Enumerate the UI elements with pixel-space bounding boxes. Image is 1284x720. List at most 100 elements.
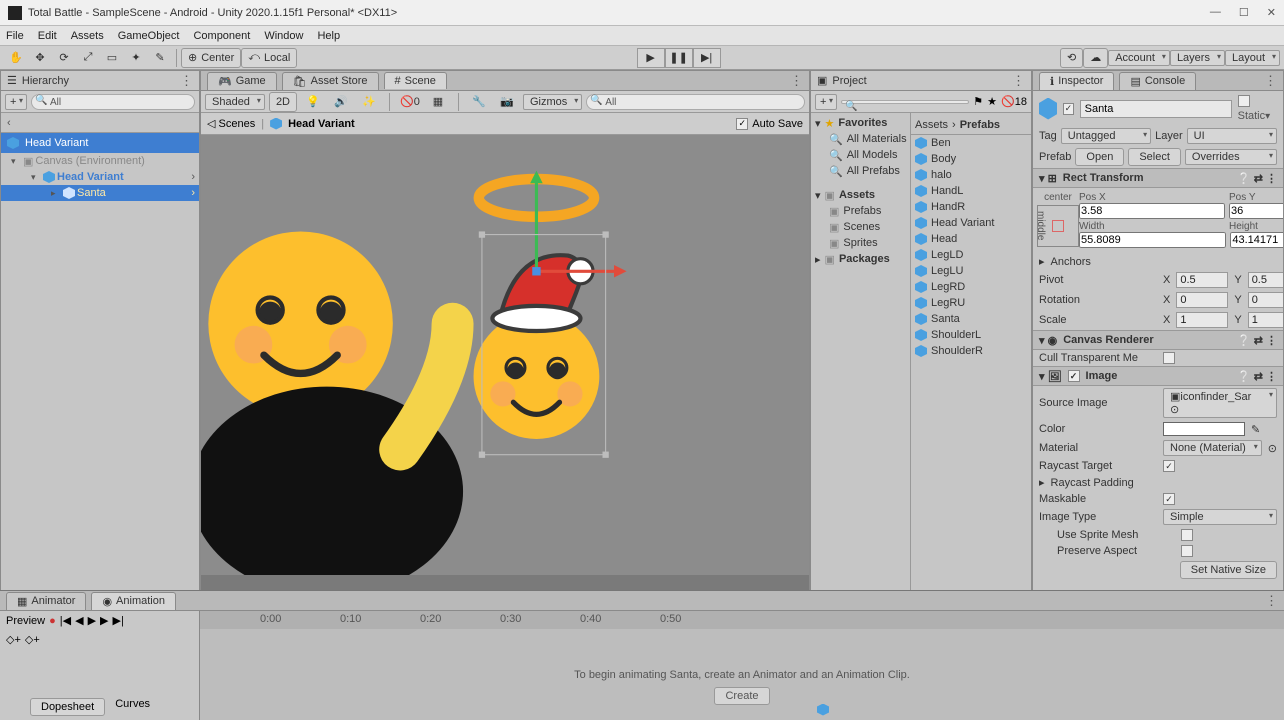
menu-edit[interactable]: Edit xyxy=(38,30,57,42)
fav-all-prefabs[interactable]: 🔍All Prefabs xyxy=(811,163,910,179)
camera-icon[interactable]: 📷 xyxy=(495,92,519,112)
image-type-dropdown[interactable]: Simple xyxy=(1163,509,1277,525)
height-field[interactable] xyxy=(1230,232,1283,248)
favorite-filter-icon[interactable]: ★ xyxy=(987,95,997,108)
menu-gameobject[interactable]: GameObject xyxy=(118,30,180,42)
prefab-head-variant[interactable]: Head Variant xyxy=(911,215,1031,231)
inspector-tab[interactable]: ℹ Inspector xyxy=(1039,72,1114,90)
curves-tab[interactable]: Curves xyxy=(115,698,150,716)
prev-frame-button[interactable]: ◀ xyxy=(75,614,83,627)
play-anim-button[interactable]: ▶ xyxy=(88,614,96,627)
prefab-open-button[interactable]: Open xyxy=(1075,148,1124,166)
menu-component[interactable]: Component xyxy=(193,30,250,42)
panel-options-icon[interactable]: ⋮ xyxy=(180,73,193,89)
image-component-header[interactable]: ▾ 🖼 ✓ Image ❔ ⇄ ⋮ xyxy=(1033,366,1283,386)
console-tab[interactable]: ▤ Console xyxy=(1119,72,1196,90)
minimize-button[interactable]: — xyxy=(1210,6,1221,19)
panel-options-icon[interactable]: ⋮ xyxy=(790,73,803,89)
filter-icon[interactable]: ⚑ xyxy=(973,95,983,108)
back-icon[interactable]: ‹ xyxy=(7,117,11,129)
prefab-legru[interactable]: LegRU xyxy=(911,295,1031,311)
last-frame-button[interactable]: ▶| xyxy=(113,614,124,627)
transform-tool-icon[interactable]: ✦ xyxy=(124,48,148,68)
2d-toggle[interactable]: 2D xyxy=(269,92,297,112)
tag-dropdown[interactable]: Untagged xyxy=(1061,128,1151,144)
hidden-icon[interactable]: 🚫18 xyxy=(1001,95,1027,108)
pivot-x[interactable] xyxy=(1176,272,1228,288)
menu-file[interactable]: File xyxy=(6,30,24,42)
raycast-padding-foldout[interactable]: Raycast Padding xyxy=(1051,477,1169,489)
tools-icon[interactable]: 🔧 xyxy=(467,92,491,112)
gizmos-dropdown[interactable]: Gizmos xyxy=(523,94,582,110)
maskable-checkbox[interactable]: ✓ xyxy=(1163,493,1175,505)
raycast-target-checkbox[interactable]: ✓ xyxy=(1163,460,1175,472)
prefab-halo[interactable]: halo xyxy=(911,167,1031,183)
cull-checkbox[interactable] xyxy=(1163,352,1175,364)
preserve-aspect-checkbox[interactable] xyxy=(1181,545,1193,557)
rect-tool-icon[interactable]: ▭ xyxy=(100,48,124,68)
static-toggle[interactable]: Static▾ xyxy=(1238,95,1277,122)
sprites-folder[interactable]: ▣Sprites xyxy=(811,235,910,251)
prefab-handl[interactable]: HandL xyxy=(911,183,1031,199)
animator-tab[interactable]: ▦ Animator xyxy=(6,592,86,610)
close-button[interactable]: ✕ xyxy=(1267,6,1276,19)
prefab-santa[interactable]: Santa xyxy=(911,311,1031,327)
move-tool-icon[interactable]: ✥ xyxy=(28,48,52,68)
asset-store-tab[interactable]: 🛍 Asset Store xyxy=(282,72,379,90)
panel-options-icon[interactable]: ⋮ xyxy=(1012,73,1025,89)
canvas-renderer-header[interactable]: ▾ ◉ Canvas Renderer ❔ ⇄ ⋮ xyxy=(1033,330,1283,350)
add-event-icon[interactable]: ◇+ xyxy=(25,633,40,646)
rot-x[interactable] xyxy=(1176,292,1228,308)
layers-dropdown[interactable]: Layers xyxy=(1170,50,1225,66)
prefab-head[interactable]: Head xyxy=(911,231,1031,247)
packages-folder[interactable]: ▸▣Packages xyxy=(811,251,910,267)
scale-tool-icon[interactable]: ⤢ xyxy=(76,48,100,68)
breadcrumb-scenes[interactable]: ◁ Scenes xyxy=(207,117,255,130)
prefab-handr[interactable]: HandR xyxy=(911,199,1031,215)
create-dropdown[interactable]: + xyxy=(5,94,27,110)
active-checkbox[interactable]: ✓ xyxy=(1063,103,1073,115)
pivot-rotation-button[interactable]: ⤺ Local xyxy=(241,48,297,68)
scenes-folder[interactable]: ▣Scenes xyxy=(811,219,910,235)
maximize-button[interactable]: ☐ xyxy=(1239,6,1249,19)
prefab-ben[interactable]: Ben xyxy=(911,135,1031,151)
add-keyframe-icon[interactable]: ◇+ xyxy=(6,633,21,646)
prefab-legrd[interactable]: LegRD xyxy=(911,279,1031,295)
rot-y[interactable] xyxy=(1248,292,1283,308)
prefab-header[interactable]: Head Variant xyxy=(1,133,199,153)
prefab-shoulderl[interactable]: ShoulderL xyxy=(911,327,1031,343)
fx-icon[interactable]: ✨ xyxy=(357,92,381,112)
fav-all-materials[interactable]: 🔍All Materials xyxy=(811,131,910,147)
account-dropdown[interactable]: Account xyxy=(1108,50,1170,66)
scale-y[interactable] xyxy=(1248,312,1283,328)
project-breadcrumb[interactable]: Assets › Prefabs xyxy=(911,115,1031,135)
prefab-select-button[interactable]: Select xyxy=(1128,148,1181,166)
create-animation-button[interactable]: Create xyxy=(714,687,769,705)
rotate-tool-icon[interactable]: ⟳ xyxy=(52,48,76,68)
overrides-dropdown[interactable]: Overrides xyxy=(1185,149,1277,165)
scale-x[interactable] xyxy=(1176,312,1228,328)
panel-options-icon[interactable]: ⋮ xyxy=(1265,593,1278,609)
set-native-size-button[interactable]: Set Native Size xyxy=(1180,561,1277,579)
dopesheet-tab[interactable]: Dopesheet xyxy=(30,698,105,716)
scene-search[interactable]: All xyxy=(586,94,805,110)
panel-options-icon[interactable]: ⋮ xyxy=(1264,73,1277,89)
create-asset-dropdown[interactable]: + xyxy=(815,94,837,110)
hierarchy-tab[interactable]: ☰ Hierarchy⋮ xyxy=(1,71,199,91)
menu-window[interactable]: Window xyxy=(264,30,303,42)
custom-tool-icon[interactable]: ✎ xyxy=(148,48,172,68)
audio-icon[interactable]: 🔊 xyxy=(329,92,353,112)
collab-button[interactable]: ⟲ xyxy=(1060,48,1083,68)
prefab-shoulderr[interactable]: ShoulderR xyxy=(911,343,1031,359)
next-frame-button[interactable]: ▶ xyxy=(100,614,108,627)
project-search[interactable] xyxy=(841,100,969,104)
pivot-mode-button[interactable]: ⊕ Center xyxy=(181,48,241,68)
record-button[interactable]: ● xyxy=(49,615,56,627)
color-field[interactable] xyxy=(1163,422,1245,436)
source-image-field[interactable]: ▣iconfinder_Sar ⊙ xyxy=(1163,388,1277,418)
cloud-button[interactable]: ☁ xyxy=(1083,48,1108,68)
prefabs-folder[interactable]: ▣Prefabs xyxy=(811,203,910,219)
menu-assets[interactable]: Assets xyxy=(71,30,104,42)
scene-tab[interactable]: # Scene xyxy=(384,72,447,89)
material-field[interactable]: None (Material) xyxy=(1163,440,1262,456)
